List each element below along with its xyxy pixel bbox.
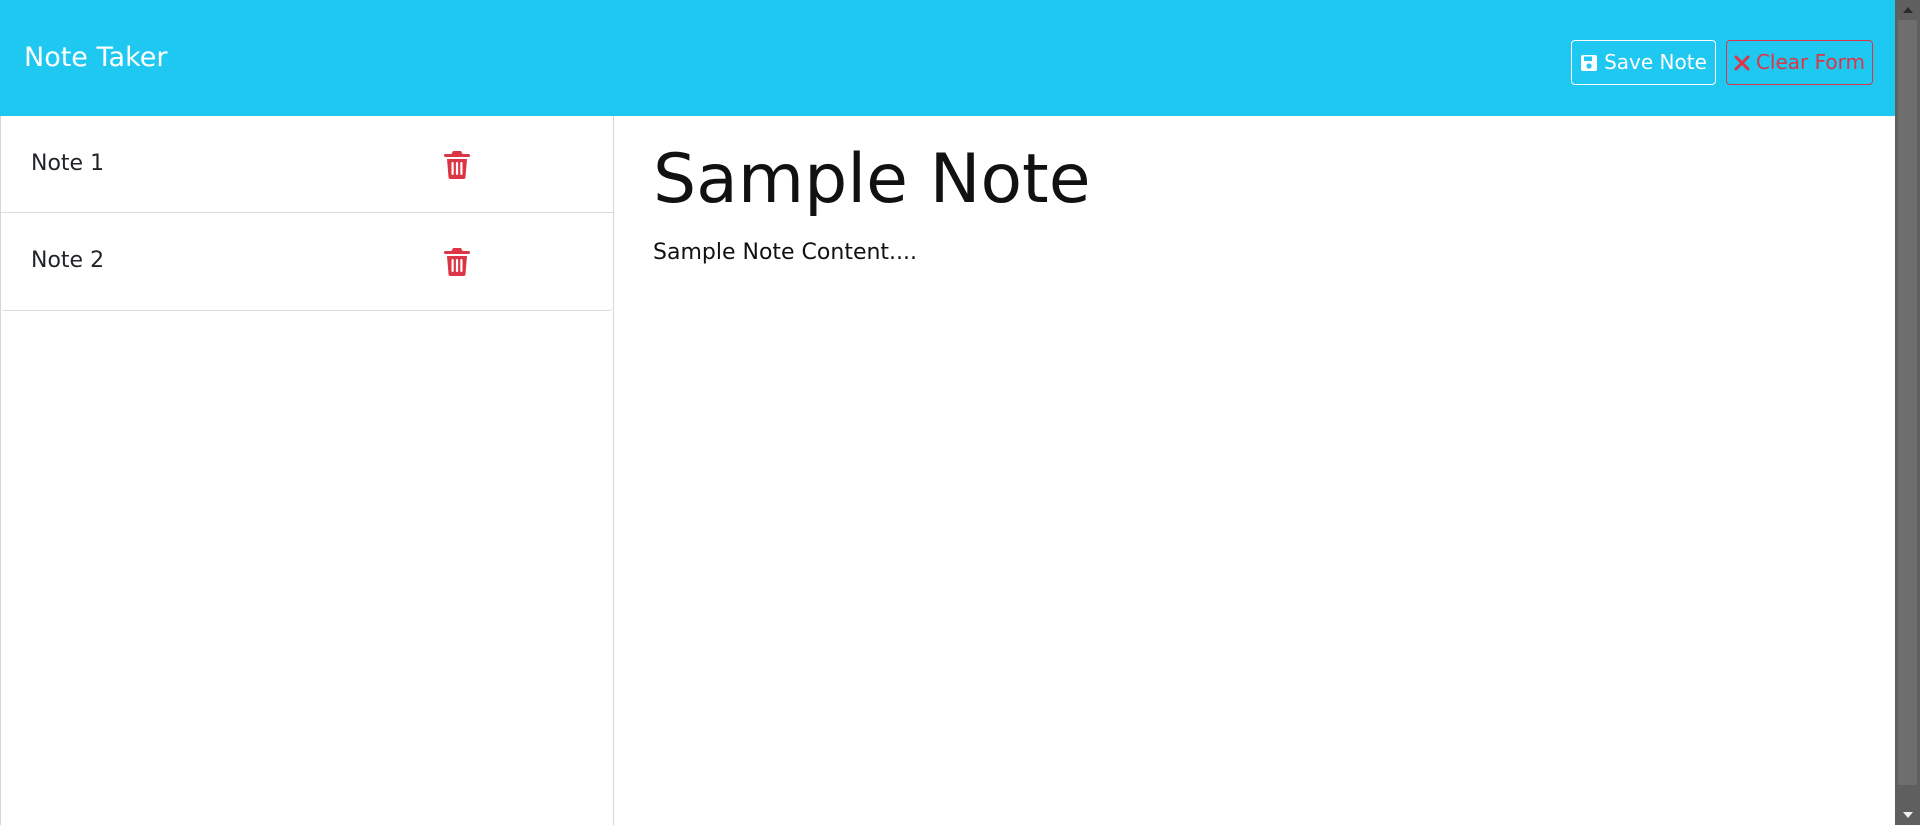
- note-title: Note 2: [31, 248, 105, 273]
- brand-title[interactable]: Note Taker: [24, 41, 167, 75]
- trash-icon[interactable]: [444, 150, 470, 179]
- note-list: Note 1 Note 2: [1, 116, 613, 311]
- note-list-item[interactable]: Note 1: [1, 116, 613, 213]
- note-content-textarea[interactable]: Sample Note Content....: [653, 238, 917, 268]
- scroll-up-arrow-icon[interactable]: [1895, 0, 1920, 20]
- save-note-label: Save Note: [1604, 50, 1707, 74]
- note-editor: Sample Note Sample Note Content....: [614, 116, 1895, 825]
- note-title: Note 1: [31, 151, 105, 176]
- floppy-disk-icon: [1580, 54, 1598, 72]
- clear-form-label: Clear Form: [1755, 50, 1866, 74]
- save-note-button[interactable]: Save Note: [1571, 40, 1716, 85]
- scrollbar-thumb[interactable]: [1898, 20, 1917, 785]
- clear-form-button[interactable]: Clear Form: [1726, 40, 1873, 85]
- note-title-input[interactable]: Sample Note: [653, 138, 1091, 222]
- app: Note Taker Save Note Clear Form Note 1 N…: [0, 0, 1920, 825]
- vertical-scrollbar[interactable]: [1895, 0, 1920, 825]
- note-list-item[interactable]: Note 2: [1, 213, 613, 310]
- x-icon: [1734, 55, 1750, 71]
- navbar: Note Taker Save Note Clear Form: [0, 0, 1895, 116]
- scroll-down-arrow-icon[interactable]: [1895, 805, 1920, 825]
- trash-icon[interactable]: [444, 247, 470, 276]
- sidebar: Note 1 Note 2: [0, 116, 614, 825]
